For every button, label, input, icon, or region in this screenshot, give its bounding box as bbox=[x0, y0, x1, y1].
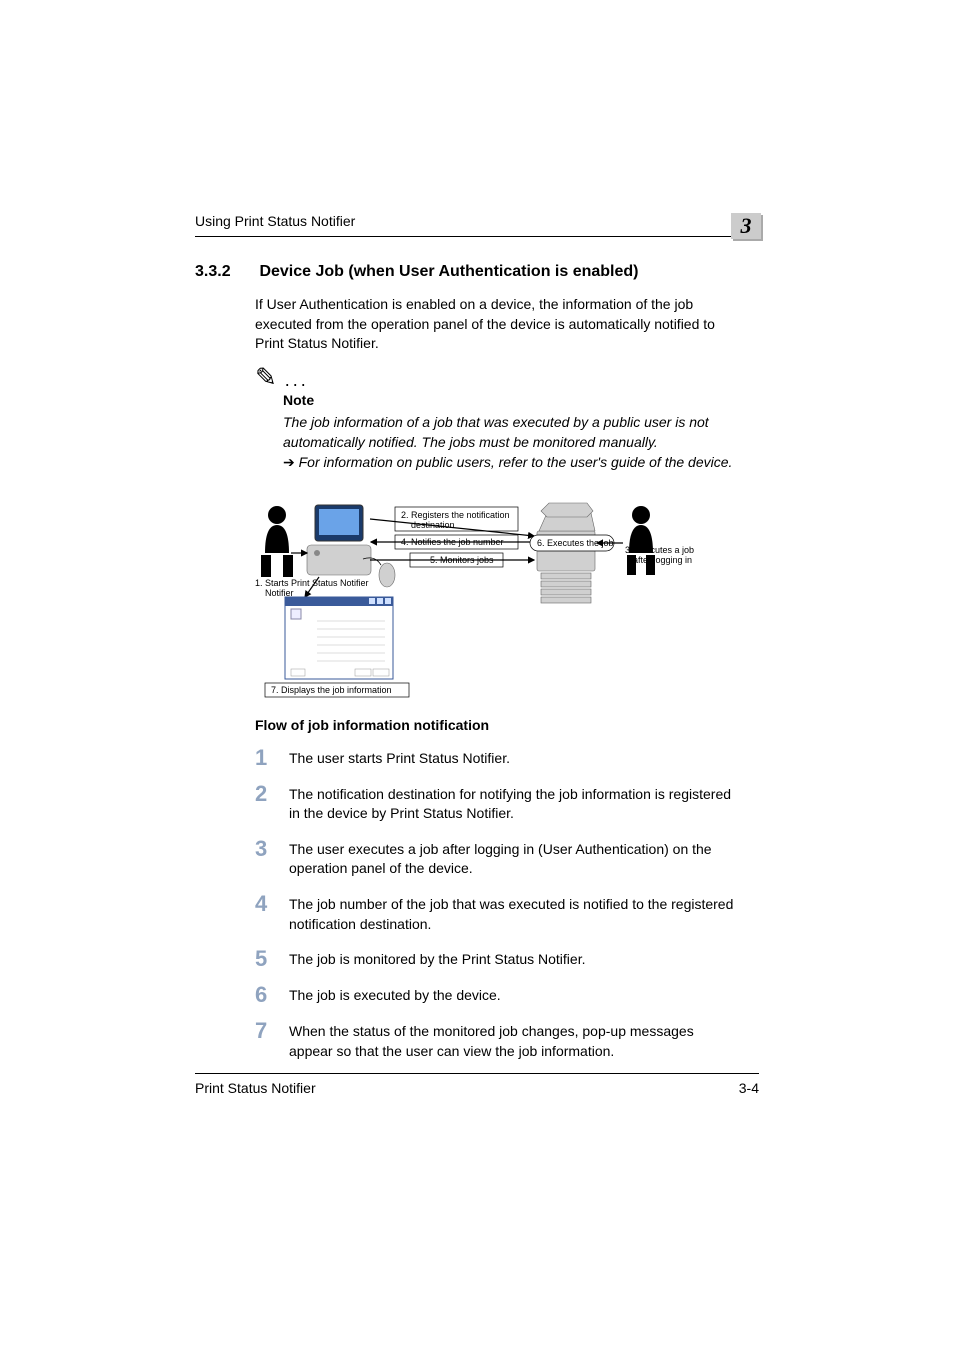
step-number: 6 bbox=[255, 984, 289, 1006]
note-block: ✎ ... Note The job information of a job … bbox=[255, 364, 759, 473]
step-number: 2 bbox=[255, 783, 289, 824]
step-item: 7When the status of the monitored job ch… bbox=[255, 1020, 735, 1061]
step-number: 5 bbox=[255, 948, 289, 970]
step-text: The user starts Print Status Notifier. bbox=[289, 747, 510, 769]
section-title: Device Job (when User Authentication is … bbox=[259, 263, 638, 280]
step-number: 3 bbox=[255, 838, 289, 879]
section-number: 3.3.2 bbox=[195, 263, 255, 281]
note-icon: ✎ ... bbox=[255, 364, 759, 390]
chapter-number: 3 bbox=[741, 213, 752, 239]
diagram-label-7: 7. Displays the job information bbox=[271, 685, 392, 695]
step-item: 2The notification destination for notify… bbox=[255, 783, 735, 824]
note-label: Note bbox=[283, 392, 759, 408]
step-item: 4The job number of the job that was exec… bbox=[255, 893, 735, 934]
diagram-label-3a: 3. Executes a job bbox=[625, 545, 694, 555]
diagram: 1. Starts Print Status Notifier Notifier… bbox=[255, 493, 735, 703]
page: Using Print Status Notifier 3 3.3.2 Devi… bbox=[0, 0, 954, 1350]
step-item: 6The job is executed by the device. bbox=[255, 984, 735, 1006]
footer-rule bbox=[195, 1073, 759, 1074]
running-title: Using Print Status Notifier bbox=[195, 213, 355, 229]
step-text: The job is executed by the device. bbox=[289, 984, 501, 1006]
diagram-box-2a: 2. Registers the notification bbox=[401, 510, 510, 520]
diagram-label-3b: after logging in bbox=[633, 555, 692, 565]
header-rule bbox=[195, 236, 759, 237]
page-number: 3-4 bbox=[739, 1080, 759, 1096]
footer-title: Print Status Notifier bbox=[195, 1080, 316, 1096]
flow-heading: Flow of job information notification bbox=[255, 717, 759, 733]
running-header: Using Print Status Notifier bbox=[195, 213, 759, 231]
step-item: 5The job is monitored by the Print Statu… bbox=[255, 948, 735, 970]
step-number: 4 bbox=[255, 893, 289, 934]
chapter-number-box: 3 bbox=[731, 213, 761, 239]
step-item: 1The user starts Print Status Notifier. bbox=[255, 747, 735, 769]
step-text: The job is monitored by the Print Status… bbox=[289, 948, 585, 970]
step-text: The job number of the job that was execu… bbox=[289, 893, 735, 934]
step-number: 7 bbox=[255, 1020, 289, 1061]
main-content: 3.3.2 Device Job (when User Authenticati… bbox=[195, 263, 759, 1075]
step-text: The user executes a job after logging in… bbox=[289, 838, 735, 879]
step-text: The notification destination for notifyi… bbox=[289, 783, 735, 824]
note-body: The job information of a job that was ex… bbox=[283, 412, 753, 453]
step-text: When the status of the monitored job cha… bbox=[289, 1020, 735, 1061]
intro-paragraph: If User Authentication is enabled on a d… bbox=[255, 295, 735, 354]
step-number: 1 bbox=[255, 747, 289, 769]
step-item: 3The user executes a job after logging i… bbox=[255, 838, 735, 879]
section-heading: 3.3.2 Device Job (when User Authenticati… bbox=[195, 263, 759, 281]
note-ref: ➔ For information on public users, refer… bbox=[283, 452, 753, 472]
footer: Print Status Notifier 3-4 bbox=[195, 1080, 759, 1096]
steps-list: 1The user starts Print Status Notifier. … bbox=[255, 747, 735, 1062]
